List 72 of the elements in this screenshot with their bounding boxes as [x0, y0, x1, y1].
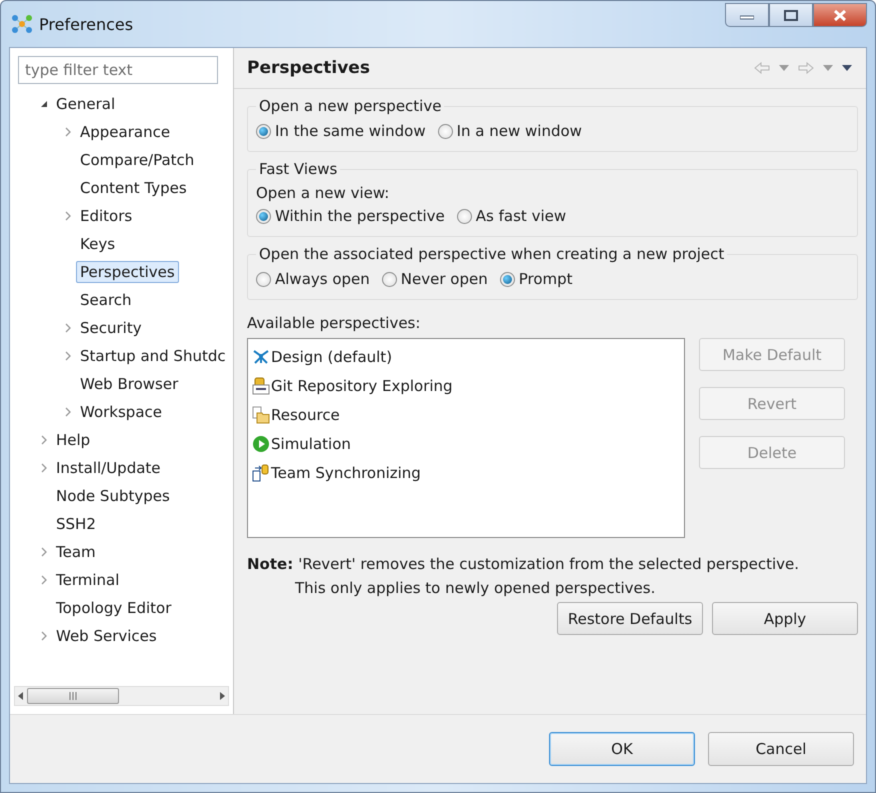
- tree-item[interactable]: Security: [76, 317, 146, 339]
- tree-item[interactable]: Search: [76, 289, 136, 311]
- note-label: Note:: [247, 554, 294, 575]
- group-title: Open a new perspective: [258, 97, 442, 115]
- page-button[interactable]: Restore Defaults: [557, 602, 703, 635]
- nodes-icon: [253, 350, 269, 364]
- close-button[interactable]: [813, 3, 867, 27]
- list-item[interactable]: Resource: [271, 406, 340, 424]
- folder-icon: [252, 406, 270, 423]
- tree-item[interactable]: Compare/Patch: [76, 149, 198, 171]
- dialog-button[interactable]: Cancel: [708, 732, 854, 766]
- tree-item[interactable]: Startup and Shutdc: [76, 345, 230, 367]
- radio-button[interactable]: [382, 272, 397, 286]
- list-label: Available perspectives:: [247, 314, 422, 332]
- tree-item[interactable]: Web Services: [52, 625, 161, 647]
- app-icon: [12, 15, 32, 33]
- group-title: Fast Views: [258, 160, 338, 178]
- list-item[interactable]: Git Repository Exploring: [271, 376, 453, 394]
- dialog-button[interactable]: OK: [549, 732, 695, 766]
- tree-item[interactable]: Install/Update: [52, 457, 165, 479]
- radio-button[interactable]: [500, 272, 515, 286]
- radio-label[interactable]: Prompt: [518, 270, 573, 288]
- note-text: This only applies to newly opened perspectives.: [294, 578, 656, 599]
- radio-label[interactable]: In a new window: [456, 122, 582, 140]
- page-button[interactable]: Apply: [712, 602, 858, 635]
- list-item[interactable]: Design (default): [271, 348, 392, 366]
- radio-button[interactable]: [256, 124, 271, 138]
- tree-item[interactable]: Team: [52, 541, 100, 563]
- tree-item[interactable]: Appearance: [76, 121, 174, 143]
- tree-item[interactable]: Workspace: [76, 401, 166, 423]
- radio-label[interactable]: In the same window: [275, 122, 426, 140]
- tree-item[interactable]: Node Subtypes: [52, 485, 174, 507]
- list-item[interactable]: Simulation: [271, 434, 351, 452]
- group-label: Open a new view:: [256, 184, 390, 202]
- tree-item[interactable]: SSH2: [52, 513, 100, 535]
- dropdown-icon: [823, 65, 833, 71]
- tree-item[interactable]: Perspectives: [76, 261, 179, 283]
- sync-icon: [252, 464, 268, 481]
- tree-item[interactable]: Topology Editor: [52, 597, 176, 619]
- tree-item[interactable]: General: [52, 93, 120, 115]
- note-text: 'Revert' removes the customization from the selected perspective.: [298, 554, 800, 575]
- radio-label[interactable]: Always open: [275, 270, 370, 288]
- radio-button[interactable]: [256, 208, 271, 224]
- tree-item[interactable]: Keys: [76, 233, 120, 255]
- maximize-icon: [784, 10, 798, 20]
- radio-button[interactable]: [456, 208, 472, 224]
- forward-icon: [798, 62, 814, 74]
- git-icon: [252, 377, 270, 394]
- view-menu-icon: [842, 65, 852, 71]
- radio-label[interactable]: Never open: [400, 270, 488, 288]
- back-icon: [754, 62, 770, 74]
- group-title: Open the associated perspective when creating a new project: [258, 245, 726, 263]
- window-title: Preferences: [39, 14, 134, 34]
- play-icon: [253, 436, 269, 452]
- radio-label[interactable]: As fast view: [476, 207, 566, 225]
- dropdown-icon: [779, 65, 789, 71]
- grip-icon: [68, 692, 78, 700]
- list-item[interactable]: Team Synchronizing: [271, 464, 421, 482]
- minimize-button[interactable]: [725, 3, 769, 27]
- close-icon: [833, 8, 847, 22]
- page-title: Perspectives: [247, 58, 370, 78]
- radio-button[interactable]: [438, 124, 453, 138]
- radio-label[interactable]: Within the perspective: [275, 207, 445, 225]
- radio-button[interactable]: [256, 272, 271, 286]
- filter-field[interactable]: type filter text: [18, 56, 218, 84]
- tree-item[interactable]: Help: [52, 429, 94, 451]
- maximize-button[interactable]: [769, 3, 813, 27]
- tree-item[interactable]: Editors: [76, 205, 136, 227]
- tree-item[interactable]: Web Browser: [76, 373, 182, 395]
- horizontal-scrollbar[interactable]: [14, 686, 229, 706]
- tree-item[interactable]: Terminal: [52, 569, 124, 591]
- tree-item[interactable]: Content Types: [76, 177, 191, 199]
